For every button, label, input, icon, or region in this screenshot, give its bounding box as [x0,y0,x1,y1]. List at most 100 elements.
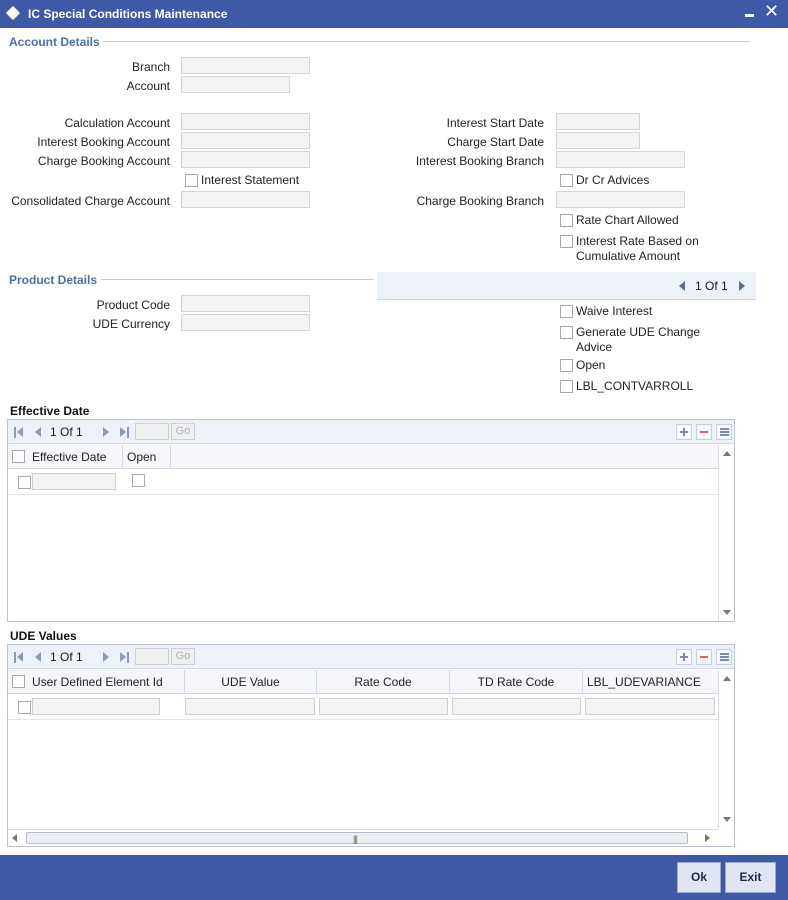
effective-date-cell-input[interactable] [32,473,116,490]
previous-page-icon[interactable] [679,281,685,291]
consolidated-charge-account-input[interactable] [181,191,310,208]
dr-cr-advices-label: Dr Cr Advices [576,173,650,187]
horizontal-scroll-thumb[interactable]: ||| [26,832,688,844]
next-page-icon[interactable] [103,652,109,662]
next-page-icon[interactable] [739,281,745,291]
scroll-up-icon[interactable] [723,451,731,456]
previous-page-icon[interactable] [35,427,41,437]
row-select-checkbox[interactable] [18,476,31,489]
scroll-right-icon[interactable] [705,834,710,842]
table-row [8,694,718,720]
last-page-icon[interactable] [120,427,130,438]
delete-row-icon[interactable] [696,649,712,665]
ude-values-grid-toolbar: 1 Of 1 Go [8,645,734,669]
dr-cr-advices-checkbox[interactable] [560,174,573,187]
footer-bar: Ok Exit [0,855,788,900]
waive-interest-checkbox[interactable] [560,305,573,318]
add-row-icon[interactable] [676,424,692,440]
effective-date-pager-text: 1 Of 1 [50,425,83,439]
product-pager: 1 Of 1 [377,272,756,300]
effective-date-grid-title: Effective Date [10,404,90,418]
scroll-left-icon[interactable] [12,834,17,842]
close-icon[interactable]: ✕ [764,1,779,21]
exit-button[interactable]: Exit [725,862,776,893]
view-rows-icon[interactable] [716,424,732,440]
column-header-open: Open [123,445,171,469]
vertical-scrollbar[interactable] [718,445,734,621]
view-rows-icon[interactable] [716,649,732,665]
column-header-td-rate-code: TD Rate Code [450,670,583,694]
title-bar: IC Special Conditions Maintenance ✕ [0,0,788,28]
interest-start-date-input[interactable] [556,113,640,130]
consolidated-charge-account-label: Consolidated Charge Account [11,194,170,208]
charge-booking-branch-input[interactable] [556,191,685,208]
scroll-up-icon[interactable] [723,676,731,681]
go-button[interactable]: Go [171,423,195,440]
user-defined-element-id-cell-input[interactable] [32,698,160,715]
column-header-rate-code: Rate Code [317,670,450,694]
product-code-label: Product Code [96,298,170,312]
ude-values-pager-text: 1 Of 1 [50,650,83,664]
udevariance-cell-input[interactable] [585,698,715,715]
interest-booking-account-label: Interest Booking Account [37,135,170,149]
table-row [8,469,718,495]
charge-booking-account-label: Charge Booking Account [37,154,170,168]
open-label: Open [576,358,606,372]
ude-value-cell-input[interactable] [185,698,315,715]
branch-input[interactable] [181,57,310,74]
rate-chart-allowed-label: Rate Chart Allowed [576,213,679,227]
generate-ude-change-advice-checkbox[interactable] [560,326,573,339]
vertical-scrollbar[interactable] [718,670,734,828]
waive-interest-label: Waive Interest [576,304,653,318]
last-page-icon[interactable] [120,652,130,663]
account-label: Account [126,79,170,93]
interest-statement-label: Interest Statement [201,173,300,187]
open-cell-checkbox[interactable] [132,474,145,487]
open-checkbox[interactable] [560,359,573,372]
scroll-down-icon[interactable] [723,610,731,615]
calculation-account-input[interactable] [181,113,310,130]
charge-booking-account-input[interactable] [181,151,310,168]
charge-start-date-input[interactable] [556,132,640,149]
first-page-icon[interactable] [14,427,24,438]
ude-values-grid-header: User Defined Element Id UDE Value Rate C… [8,670,718,694]
effective-date-grid-toolbar: 1 Of 1 Go [8,420,734,444]
page-number-input[interactable] [135,648,169,665]
product-code-input[interactable] [181,295,310,312]
horizontal-scrollbar[interactable]: ||| [8,829,718,846]
ude-currency-input[interactable] [181,314,310,331]
account-details-title: Account Details [9,35,100,49]
add-row-icon[interactable] [676,649,692,665]
generate-ude-change-advice-label-line2: Advice [576,340,613,354]
go-button[interactable]: Go [171,648,195,665]
select-all-checkbox[interactable] [12,675,25,688]
interest-booking-branch-input[interactable] [556,151,685,168]
section-divider [104,41,750,42]
minimize-icon[interactable] [744,4,756,20]
interest-rate-cumulative-label-line1: Interest Rate Based on [576,234,699,248]
rate-code-cell-input[interactable] [319,698,448,715]
calculation-account-label: Calculation Account [64,116,170,130]
contvarroll-label: LBL_CONTVARROLL [576,379,694,393]
delete-row-icon[interactable] [696,424,712,440]
next-page-icon[interactable] [103,427,109,437]
product-pager-text: 1 Of 1 [695,279,728,293]
interest-booking-account-input[interactable] [181,132,310,149]
column-header-effective-date: Effective Date [28,445,123,469]
column-header-ude-value: UDE Value [185,670,317,694]
td-rate-code-cell-input[interactable] [452,698,581,715]
ok-button[interactable]: Ok [677,862,721,893]
interest-rate-cumulative-checkbox[interactable] [560,235,573,248]
contvarroll-checkbox[interactable] [560,380,573,393]
select-all-checkbox[interactable] [12,450,25,463]
interest-statement-checkbox[interactable] [185,174,198,187]
window-title: IC Special Conditions Maintenance [28,7,228,21]
previous-page-icon[interactable] [35,652,41,662]
scroll-down-icon[interactable] [723,817,731,822]
page-number-input[interactable] [135,423,169,440]
ude-values-grid-title: UDE Values [10,629,77,643]
first-page-icon[interactable] [14,652,24,663]
rate-chart-allowed-checkbox[interactable] [560,214,573,227]
row-select-checkbox[interactable] [18,701,31,714]
account-input[interactable] [181,76,290,93]
